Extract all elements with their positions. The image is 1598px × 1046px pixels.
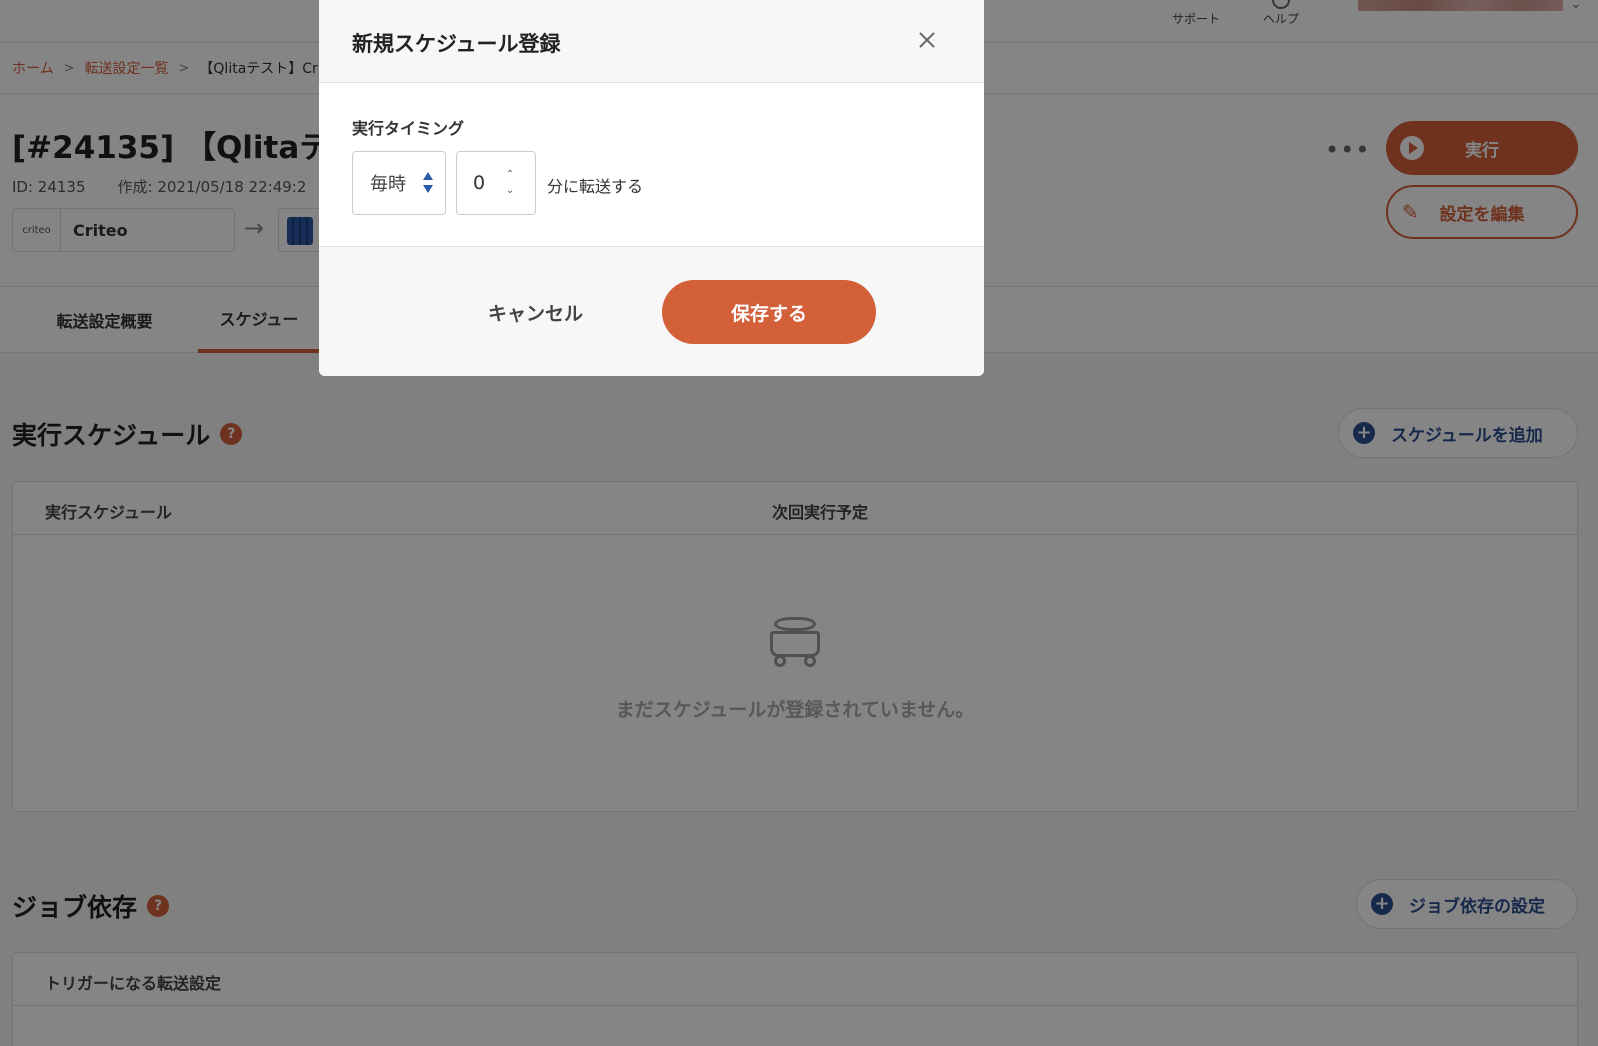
save-button[interactable]: 保存する bbox=[662, 280, 876, 344]
number-stepper-icon[interactable]: ⌃ ⌄ bbox=[503, 170, 517, 196]
minute-value: 0 bbox=[473, 172, 486, 194]
timing-suffix: 分に転送する bbox=[547, 177, 644, 196]
timing-label: 実行タイミング bbox=[352, 119, 465, 138]
close-icon[interactable] bbox=[915, 28, 939, 52]
select-arrows-icon bbox=[423, 172, 433, 196]
modal-body: 実行タイミング 毎時 0 ⌃ ⌄ 分に転送する bbox=[319, 83, 984, 247]
minute-input[interactable]: 0 ⌃ ⌄ bbox=[456, 151, 536, 215]
frequency-value: 毎時 bbox=[370, 174, 406, 195]
modal-header: 新規スケジュール登録 bbox=[319, 0, 984, 83]
modal-title: 新規スケジュール登録 bbox=[352, 32, 561, 56]
frequency-select[interactable]: 毎時 bbox=[352, 151, 446, 215]
cancel-button[interactable]: キャンセル bbox=[469, 280, 602, 344]
new-schedule-modal: 新規スケジュール登録 実行タイミング 毎時 0 ⌃ ⌄ 分に転送する キャンセル … bbox=[319, 0, 984, 376]
modal-footer: キャンセル 保存する bbox=[319, 247, 984, 376]
